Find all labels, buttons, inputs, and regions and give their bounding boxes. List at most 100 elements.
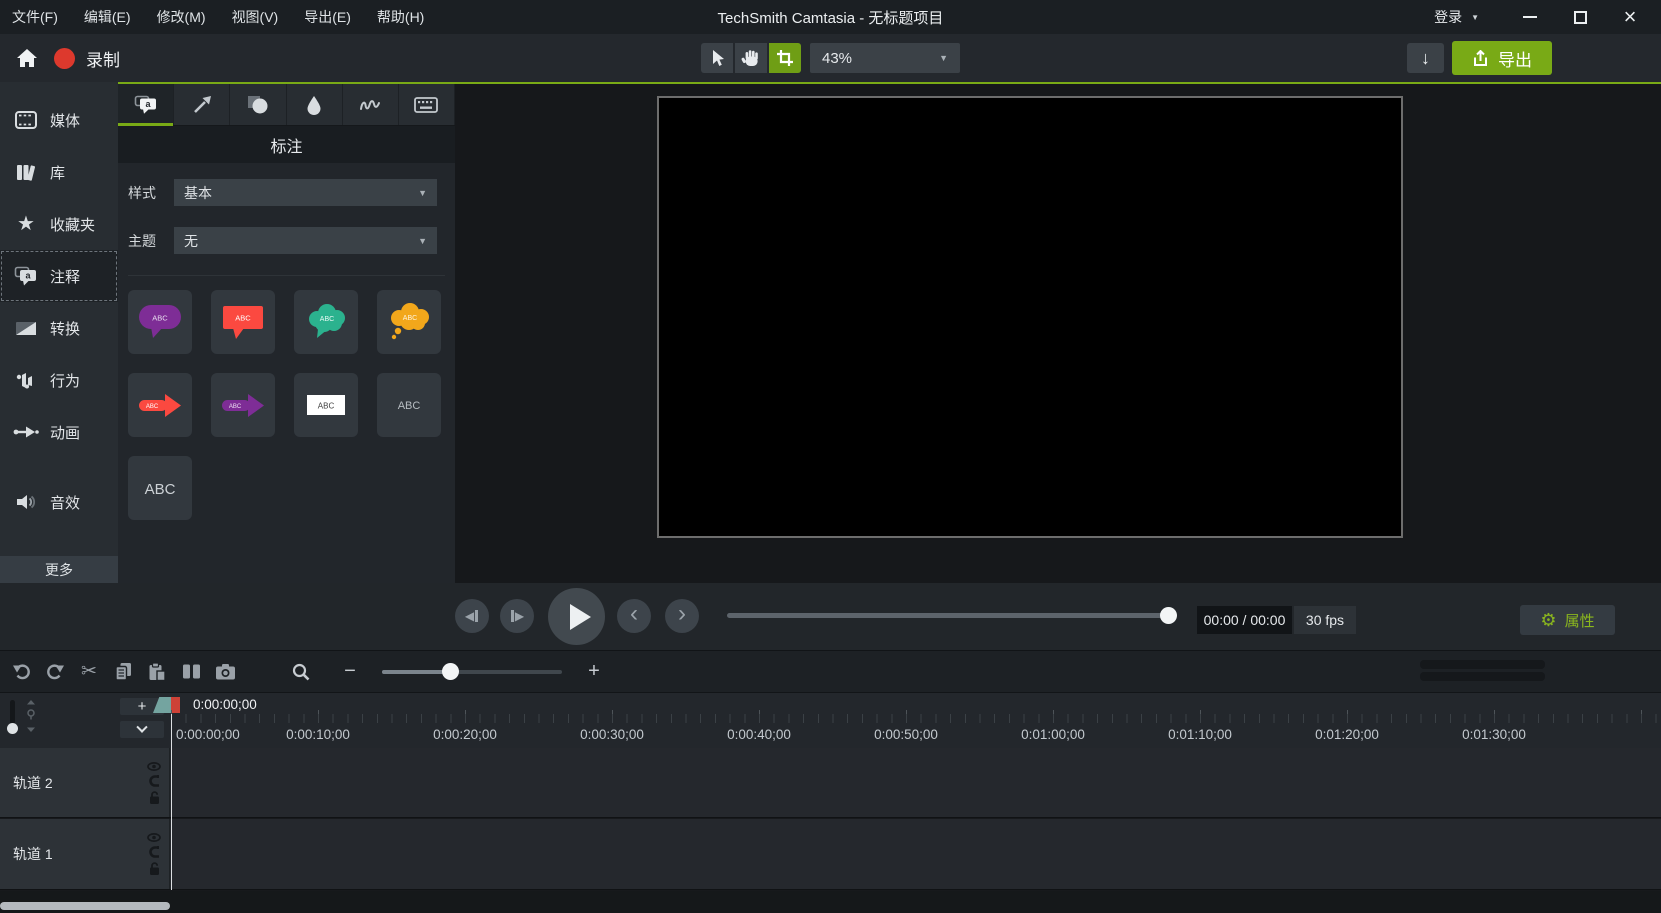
lock-icon[interactable] — [148, 862, 161, 876]
sidebar-item-label: 音效 — [50, 492, 80, 513]
home-icon — [16, 48, 38, 68]
menu-items: 文件(F) 编辑(E) 修改(M) 视图(V) 导出(E) 帮助(H) — [12, 0, 424, 34]
sidebar-item-label: 媒体 — [50, 110, 80, 131]
timeline-zoom-slider[interactable] — [382, 670, 562, 674]
track-1-header[interactable]: 轨道 1 — [0, 819, 170, 889]
camera-icon — [215, 663, 236, 680]
behaviors-icon — [13, 371, 39, 389]
canvas[interactable] — [657, 96, 1403, 538]
magnet-icon[interactable] — [148, 774, 161, 787]
sidebar-more-button[interactable]: 更多 — [0, 556, 118, 583]
timeline-zoom-button[interactable] — [284, 656, 318, 688]
timeline-ruler[interactable]: + 0:00:00;00 0:00:00;00 0:00:10;00 0:00:… — [0, 693, 1661, 748]
pan-tool-button[interactable] — [735, 43, 767, 73]
zoom-in-button[interactable]: + — [584, 660, 604, 683]
menu-file[interactable]: 文件(F) — [12, 7, 58, 27]
export-button[interactable]: 导出 — [1452, 41, 1552, 75]
sidebar-item-label: 注释 — [50, 266, 80, 287]
sidebar-item-animations[interactable]: 动画 — [0, 406, 118, 458]
step-back-button[interactable]: ◀ — [455, 599, 489, 633]
sidebar-item-media[interactable]: 媒体 — [0, 94, 118, 146]
track-1-content[interactable] — [170, 819, 1661, 889]
menu-bar: 文件(F) 编辑(E) 修改(M) 视图(V) 导出(E) 帮助(H) Tech… — [0, 0, 1661, 34]
copy-icon — [115, 662, 132, 681]
cursor-tool-button[interactable] — [701, 43, 733, 73]
close-icon: × — [1624, 7, 1637, 27]
caret-down-icon: ▼ — [418, 188, 427, 198]
callout-cloud[interactable]: ABC — [294, 290, 358, 354]
undo-button[interactable] — [4, 656, 38, 688]
tab-shapes[interactable] — [230, 84, 286, 125]
menu-edit[interactable]: 编辑(E) — [84, 7, 131, 27]
record-button[interactable]: 录制 — [54, 44, 120, 72]
canvas-zoom-select[interactable]: 43% ▼ — [810, 43, 960, 73]
arrow-tab-icon — [192, 95, 212, 115]
timeline-zoom-knob[interactable] — [442, 663, 459, 680]
tab-blur[interactable] — [287, 84, 343, 125]
cut-button[interactable]: ✂ — [72, 656, 106, 688]
svg-text:ABC: ABC — [145, 481, 176, 498]
seek-slider-handle[interactable] — [1160, 607, 1177, 624]
style-select[interactable]: 基本 ▼ — [174, 179, 437, 206]
minimize-button[interactable] — [1505, 0, 1555, 34]
sidebar-item-favorites[interactable]: ★ 收藏夹 — [0, 198, 118, 250]
sidebar-item-library[interactable]: 库 — [0, 146, 118, 198]
tab-sketch[interactable] — [343, 84, 399, 125]
sidebar-item-behaviors[interactable]: 行为 — [0, 354, 118, 406]
menu-help[interactable]: 帮助(H) — [377, 7, 424, 27]
record-label: 录制 — [86, 46, 120, 71]
callout-text-plain[interactable]: ABC — [377, 373, 441, 437]
menu-export[interactable]: 导出(E) — [304, 7, 351, 27]
download-button[interactable]: ↓ — [1407, 43, 1444, 73]
next-button[interactable]: › — [665, 599, 699, 633]
copy-button[interactable] — [106, 656, 140, 688]
zoom-out-button[interactable]: − — [340, 660, 360, 683]
step-forward-button[interactable]: ▶ — [500, 599, 534, 633]
svg-text:ABC: ABC — [320, 316, 334, 323]
crop-tool-button[interactable] — [769, 43, 801, 73]
animation-icon — [13, 425, 39, 439]
theme-select[interactable]: 无 ▼ — [174, 227, 437, 254]
callout-rect-white[interactable]: ABC — [294, 373, 358, 437]
properties-button[interactable]: ⚙ 属性 — [1520, 605, 1615, 635]
callout-text-large[interactable]: ABC — [128, 456, 192, 520]
menu-view[interactable]: 视图(V) — [232, 7, 279, 27]
magnet-icon[interactable] — [148, 846, 161, 859]
tab-arrows[interactable] — [174, 84, 230, 125]
callout-speech-rounded[interactable]: ABC — [128, 290, 192, 354]
track-2-header[interactable]: 轨道 2 — [0, 748, 170, 817]
keystroke-tab-icon — [414, 97, 438, 113]
sidebar: 媒体 库 ★ 收藏夹 a 注释 转换 行为 — [0, 82, 118, 583]
previous-button[interactable]: ‹ — [617, 599, 651, 633]
play-button[interactable] — [548, 588, 605, 645]
sidebar-item-transitions[interactable]: 转换 — [0, 302, 118, 354]
maximize-button[interactable] — [1555, 0, 1605, 34]
login-button[interactable]: 登录 ▼ — [1434, 7, 1479, 27]
sidebar-item-audio-effects[interactable]: 音效 — [0, 476, 118, 528]
horizontal-scrollbar-thumb[interactable] — [0, 902, 170, 910]
tab-keystrokes[interactable] — [399, 84, 455, 125]
screenshot-button[interactable] — [208, 656, 242, 688]
lock-icon[interactable] — [148, 790, 161, 804]
theme-value: 无 — [184, 231, 198, 251]
close-button[interactable]: × — [1605, 0, 1655, 34]
playhead-line[interactable] — [171, 714, 172, 890]
track-2-content[interactable] — [170, 748, 1661, 817]
eye-icon[interactable] — [147, 833, 161, 843]
callout-arrow-red[interactable]: ABC — [128, 373, 192, 437]
callout-speech-rect[interactable]: ABC — [211, 290, 275, 354]
paste-button[interactable] — [140, 656, 174, 688]
callout-thought-cloud[interactable]: ABC — [377, 290, 441, 354]
tab-callouts[interactable]: a — [118, 84, 174, 125]
sidebar-item-annotations[interactable]: a 注释 — [0, 250, 118, 302]
menu-modify[interactable]: 修改(M) — [157, 7, 206, 27]
svg-text:ABC: ABC — [398, 400, 421, 412]
home-button[interactable] — [12, 44, 42, 72]
eye-icon[interactable] — [147, 761, 161, 771]
playhead-in-handle[interactable] — [153, 697, 171, 713]
callout-arrow-purple[interactable]: ABC — [211, 373, 275, 437]
timeline-scrollbar[interactable] — [1420, 660, 1545, 681]
redo-button[interactable] — [38, 656, 72, 688]
split-button[interactable] — [174, 656, 208, 688]
seek-slider[interactable] — [727, 613, 1169, 618]
